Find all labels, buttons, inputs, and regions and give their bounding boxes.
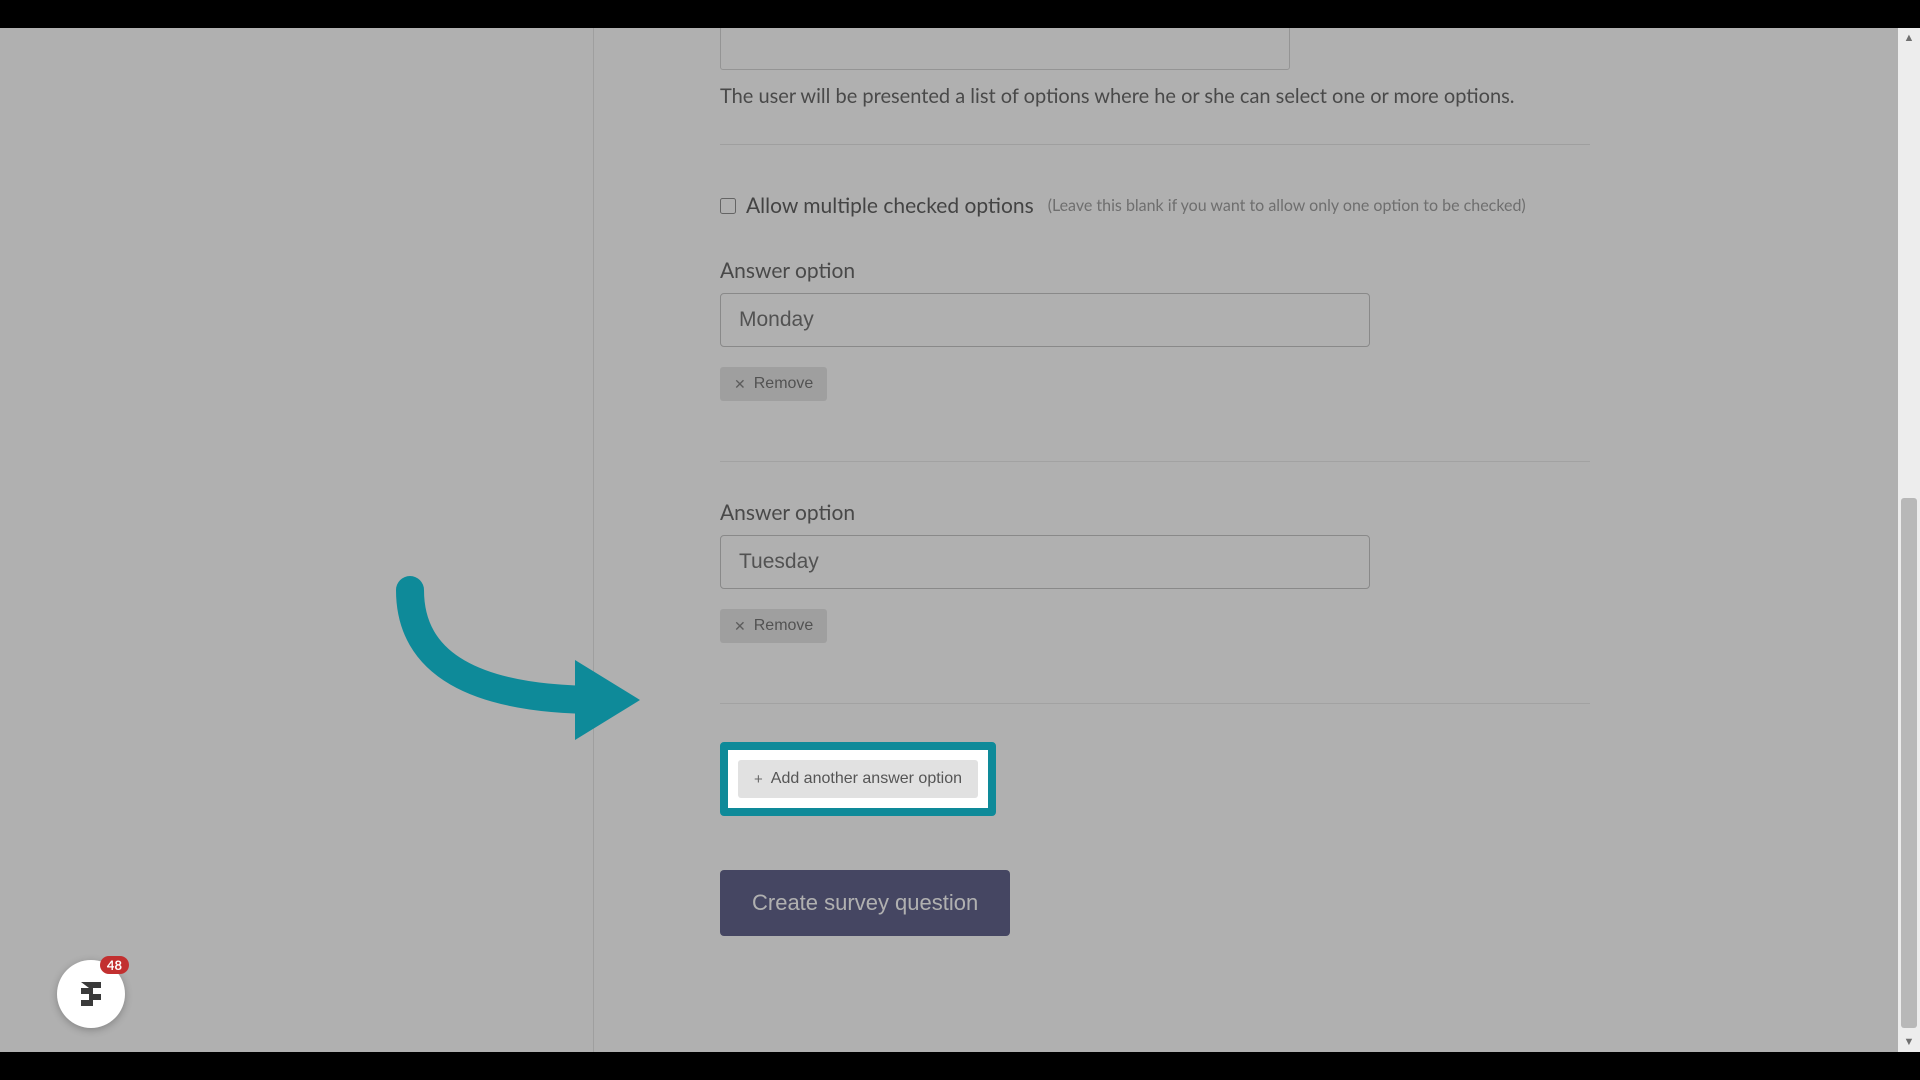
- letterbox-top: [0, 0, 1920, 28]
- main-content: The user will be presented a list of opt…: [594, 28, 1920, 1052]
- answer-option-input[interactable]: [720, 535, 1370, 589]
- section-divider: [720, 144, 1590, 145]
- answer-option-label: Answer option: [720, 258, 1880, 283]
- answer-option-label: Answer option: [720, 500, 1880, 525]
- add-option-wrapper: + Add another answer option: [720, 742, 1880, 816]
- create-survey-question-button[interactable]: Create survey question: [720, 870, 1010, 936]
- scrollbar-track[interactable]: ▲ ▼: [1898, 28, 1920, 1052]
- add-answer-option-button[interactable]: + Add another answer option: [738, 760, 978, 798]
- scroll-up-icon[interactable]: ▲: [1898, 28, 1920, 48]
- remove-icon: ✕: [734, 376, 746, 393]
- scrollbar-thumb[interactable]: [1901, 498, 1917, 1028]
- remove-option-button[interactable]: ✕ Remove: [720, 609, 827, 643]
- help-widget-button[interactable]: 48: [57, 960, 125, 1028]
- question-type-hint: The user will be presented a list of opt…: [720, 84, 1880, 108]
- answer-option-input[interactable]: [720, 293, 1370, 347]
- remove-icon: ✕: [734, 618, 746, 635]
- tutorial-highlight: + Add another answer option: [720, 742, 996, 816]
- add-option-label: Add another answer option: [771, 770, 962, 788]
- page-container: The user will be presented a list of opt…: [0, 28, 1920, 1052]
- allow-multiple-row: Allow multiple checked options (Leave th…: [720, 193, 1880, 218]
- question-type-select[interactable]: [720, 26, 1290, 70]
- allow-multiple-label: Allow multiple checked options: [746, 193, 1034, 218]
- option-divider: [720, 461, 1590, 462]
- sidebar-area: [0, 28, 594, 1052]
- widget-notification-badge: 48: [100, 956, 129, 974]
- scroll-down-icon[interactable]: ▼: [1898, 1032, 1920, 1052]
- widget-logo-icon: [73, 976, 109, 1012]
- allow-multiple-hint: (Leave this blank if you want to allow o…: [1048, 196, 1526, 215]
- option-divider: [720, 703, 1590, 704]
- answer-option-block: Answer option ✕ Remove: [720, 500, 1880, 673]
- remove-label: Remove: [754, 617, 814, 635]
- allow-multiple-checkbox[interactable]: [720, 198, 736, 214]
- remove-label: Remove: [754, 375, 814, 393]
- letterbox-bottom: [0, 1052, 1920, 1080]
- remove-option-button[interactable]: ✕ Remove: [720, 367, 827, 401]
- answer-option-block: Answer option ✕ Remove: [720, 258, 1880, 431]
- plus-icon: +: [754, 771, 763, 788]
